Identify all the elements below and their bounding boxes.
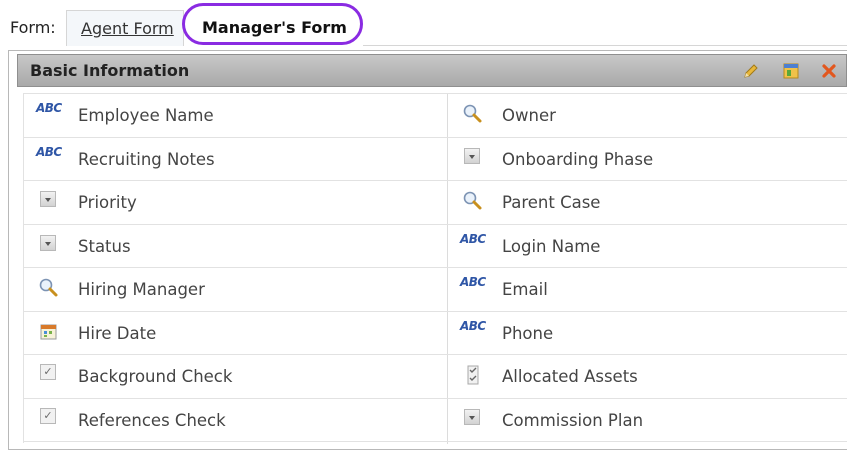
field-label: Status: [78, 236, 131, 256]
field-label: References Check: [78, 410, 226, 430]
field-row: ✓ References Check Commission Plan: [24, 399, 847, 442]
field-label: Commission Plan: [502, 410, 644, 430]
fields-grid: ABC Employee Name Owner ABC Recruiting N…: [23, 93, 847, 444]
tab-agent-form-label[interactable]: Agent Form: [81, 19, 174, 38]
abc-text-icon: ABC: [460, 318, 486, 333]
field-label: Phone: [502, 323, 554, 343]
field-label: Hiring Manager: [78, 280, 205, 299]
field-row: ABC Employee Name Owner: [24, 94, 847, 138]
checkbox-icon: ✓: [40, 364, 56, 380]
abc-text-icon: ABC: [460, 275, 486, 289]
field-row: Hire Date ABC Phone: [24, 312, 847, 355]
field-label: Employee Name: [78, 106, 214, 125]
field-label: Hire Date: [78, 323, 157, 343]
dropdown-icon: [464, 147, 480, 164]
field-label: Recruiting Notes: [78, 149, 215, 169]
field-row: ✓ Background Check Allocated Assets: [24, 355, 847, 399]
field-label: Allocated Assets: [502, 367, 638, 386]
form-tab-bar: Form: Agent Form Manager's Form: [0, 0, 847, 50]
field-label: Priority: [78, 193, 137, 212]
field-label: Parent Case: [502, 193, 601, 212]
panel-title: Basic Information: [30, 61, 190, 80]
form-label: Form:: [10, 18, 56, 37]
tab-managers-form-label[interactable]: Manager's Form: [202, 18, 347, 37]
layout-icon[interactable]: [782, 62, 800, 80]
tab-agent-form[interactable]: Agent Form: [66, 10, 184, 46]
dropdown-icon: [464, 408, 480, 425]
field-label: Owner: [502, 106, 556, 125]
field-label: Onboarding Phase: [502, 149, 654, 169]
field-row: Priority Parent Case: [24, 181, 847, 225]
magnifier-icon: [39, 278, 58, 297]
close-x-icon[interactable]: [820, 62, 838, 80]
basic-information-panel: Basic Information ABC Employee Name Owne…: [8, 50, 847, 450]
panel-header: Basic Information: [17, 54, 847, 87]
field-row: Status ABC Login Name: [24, 225, 847, 268]
checkbox-icon: ✓: [40, 407, 56, 424]
multi-checkbox-icon: [467, 365, 479, 385]
dropdown-icon: [40, 191, 56, 207]
abc-text-icon: ABC: [460, 231, 486, 246]
magnifier-icon: [463, 104, 482, 123]
dropdown-icon: [40, 234, 56, 251]
tab-managers-form[interactable]: Manager's Form: [186, 10, 361, 46]
tab-divider: [363, 45, 847, 46]
field-label: Background Check: [78, 367, 233, 386]
field-row: ABC Recruiting Notes Onboarding Phase: [24, 138, 847, 181]
edit-pencil-icon[interactable]: [742, 62, 760, 80]
field-row: Hiring Manager ABC Email: [24, 268, 847, 312]
field-label: Email: [502, 280, 548, 299]
field-label: Login Name: [502, 236, 601, 256]
calendar-icon: [40, 324, 57, 339]
abc-text-icon: ABC: [36, 144, 62, 159]
magnifier-icon: [463, 191, 482, 210]
abc-text-icon: ABC: [36, 101, 62, 115]
